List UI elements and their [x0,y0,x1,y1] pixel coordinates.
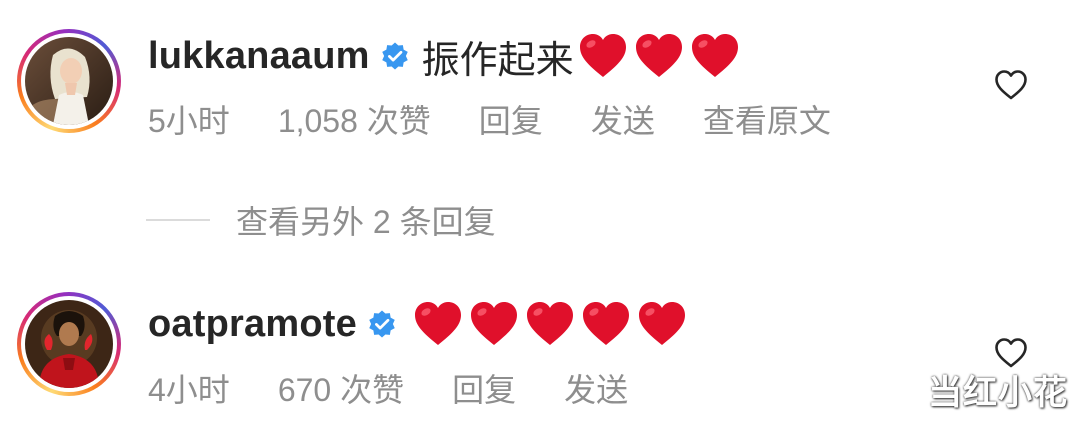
watermark-text: 当红小花 [928,374,1068,412]
like-count[interactable]: 1,058 次赞 [278,96,431,142]
comment-header: lukkanaaum 振作起来 [148,28,746,84]
red-heart-icon [582,302,629,345]
red-heart-icon [635,34,682,77]
heart-emojis [578,33,746,79]
comment-text: 振作起来 [422,29,746,84]
reply-divider-line [146,219,210,221]
username[interactable]: oatpramote [148,303,357,346]
view-more-replies-button[interactable]: 查看另外 2 条回复 [146,197,496,243]
red-heart-icon [526,302,573,345]
verified-badge-icon [369,310,395,338]
reply-button[interactable]: 回复 [479,96,543,142]
see-original-button[interactable]: 查看原文 [703,96,831,142]
comment-meta: 5小时 1,058 次赞 回复 发送 查看原文 [148,98,879,140]
like-heart-icon[interactable] [994,69,1028,101]
red-heart-icon [638,302,685,345]
timestamp: 4小时 [148,372,230,408]
view-more-replies-label: 查看另外 2 条回复 [236,204,496,240]
heart-emojis [413,301,693,347]
avatar-story-ring[interactable] [17,29,121,133]
send-button[interactable]: 发送 [564,365,628,411]
red-heart-icon [691,34,738,77]
comment-text [409,301,693,347]
like-count[interactable]: 670 次赞 [278,365,404,411]
comment-meta: 4小时 670 次赞 回复 发送 [148,367,676,409]
avatar-story-ring[interactable] [17,292,121,396]
red-heart-icon [470,302,517,345]
red-heart-icon [414,302,461,345]
comment-1: lukkanaaum 振作起来 5小时 1,058 次赞 回复 发送 查看原文 [0,0,1080,180]
red-heart-icon [579,34,626,77]
comment-2: oatpramote 4小时 670 次赞 回复 发送 [0,280,1080,428]
reply-button[interactable]: 回复 [452,365,516,411]
timestamp: 5小时 [148,103,230,139]
verified-badge-icon [381,42,408,70]
send-button[interactable]: 发送 [591,96,655,142]
comment-header: oatpramote [148,296,693,352]
avatar [25,300,113,388]
username[interactable]: lukkanaaum [148,35,370,78]
avatar [25,37,113,125]
